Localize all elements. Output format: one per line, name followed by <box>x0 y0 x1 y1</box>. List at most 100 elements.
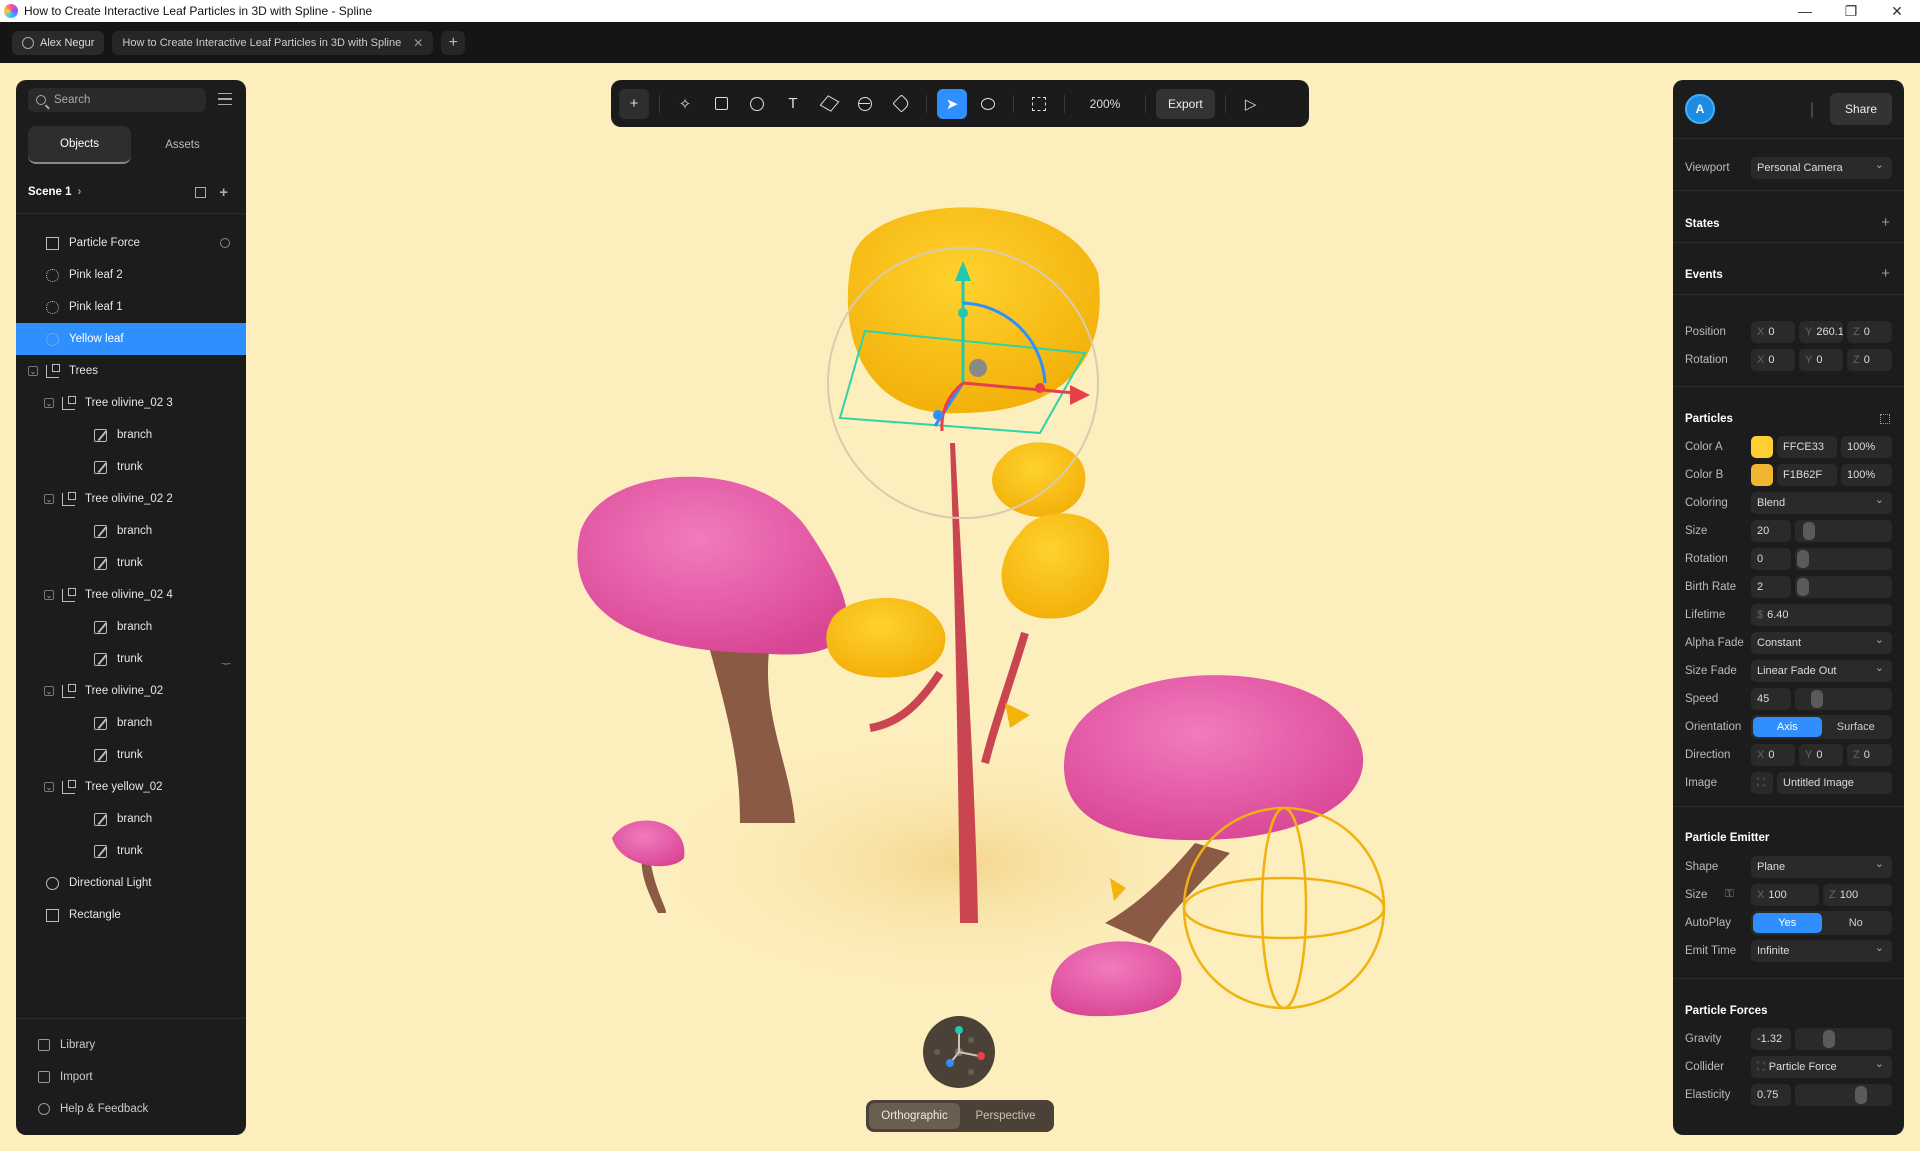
add-scene-icon[interactable]: + <box>219 184 228 201</box>
tree-item[interactable]: branch <box>16 419 246 451</box>
orthographic-option[interactable]: Orthographic <box>869 1103 960 1129</box>
color-a-swatch[interactable] <box>1751 436 1773 458</box>
size-field[interactable]: 20 <box>1751 520 1791 542</box>
export-button[interactable]: Export <box>1156 88 1215 119</box>
tree-item[interactable]: trunk <box>16 547 246 579</box>
expand-chevron-icon[interactable]: ⌄ <box>44 494 54 504</box>
rotation-y-field[interactable]: Y0 <box>1799 349 1843 371</box>
size-slider[interactable] <box>1795 520 1892 542</box>
help-feedback-link[interactable]: Help & Feedback <box>16 1093 246 1125</box>
add-event-icon[interactable]: + <box>1881 265 1890 282</box>
tree-item[interactable]: ⌄ Tree olivine_02 4 <box>16 579 246 611</box>
expand-chevron-icon[interactable]: ⌄ <box>28 366 38 376</box>
slider-knob[interactable] <box>1797 550 1809 568</box>
coloring-select[interactable]: Blend <box>1751 492 1892 514</box>
gravity-slider[interactable] <box>1795 1028 1892 1050</box>
particle-rotation-field[interactable]: 0 <box>1751 548 1791 570</box>
autoplay-yes-option[interactable]: Yes <box>1753 913 1822 933</box>
expand-chevron-icon[interactable]: ⌄ <box>44 782 54 792</box>
tree-item[interactable]: trunk <box>16 835 246 867</box>
size-fade-select[interactable]: Linear Fade Out <box>1751 660 1892 682</box>
tree-canopy-pink-left[interactable] <box>577 476 848 655</box>
expand-chevron-icon[interactable]: ⌄ <box>44 590 54 600</box>
alpha-fade-select[interactable]: Constant <box>1751 632 1892 654</box>
particles-options-icon[interactable] <box>1880 414 1890 424</box>
library-link[interactable]: Library <box>16 1029 246 1061</box>
rotation-x-field[interactable]: X0 <box>1751 349 1795 371</box>
direction-y-field[interactable]: Y0 <box>1799 744 1843 766</box>
grid-view-icon[interactable] <box>195 186 206 198</box>
scene-selector[interactable]: Scene 1 › + <box>28 182 234 202</box>
speed-field[interactable]: 45 <box>1751 688 1791 710</box>
position-x-field[interactable]: X0 <box>1751 321 1795 343</box>
share-button[interactable]: Share <box>1830 93 1892 125</box>
expand-chevron-icon[interactable]: ⌄ <box>44 398 54 408</box>
rectangle-tool-button[interactable] <box>706 89 736 119</box>
image-select[interactable]: Untitled Image <box>1777 772 1892 794</box>
tree-item[interactable]: ⌄ Tree olivine_02 <box>16 675 246 707</box>
z-scale-dot[interactable] <box>933 410 943 420</box>
lifetime-field[interactable]: $6.40 <box>1751 604 1892 626</box>
frame-view-button[interactable] <box>1024 89 1054 119</box>
gravity-field[interactable]: -1.32 <box>1751 1028 1791 1050</box>
close-icon[interactable]: ✕ <box>1874 3 1920 20</box>
select-tool-button[interactable]: ➤ <box>937 88 967 119</box>
pen-tool-button[interactable] <box>886 89 916 119</box>
direction-x-field[interactable]: X0 <box>1751 744 1795 766</box>
tree-item[interactable]: branch <box>16 515 246 547</box>
x-scale-dot[interactable] <box>1035 383 1045 393</box>
text-tool-button[interactable]: T <box>778 89 808 119</box>
ai-sparkle-button[interactable]: ✧ <box>670 89 700 119</box>
slider-knob[interactable] <box>1811 690 1823 708</box>
cube-tool-button[interactable] <box>814 89 844 119</box>
tree-item[interactable]: ⌄ Tree yellow_02 <box>16 771 246 803</box>
speed-slider[interactable] <box>1795 688 1892 710</box>
tree-item[interactable]: ⌄ Tree olivine_02 3 <box>16 387 246 419</box>
hamburger-menu-icon[interactable] <box>218 93 232 105</box>
slider-knob[interactable] <box>1855 1086 1867 1104</box>
center-canopy-left[interactable] <box>826 598 946 678</box>
tree-item[interactable]: Pink leaf 1 <box>16 291 246 323</box>
tree-item[interactable]: ⌄ Tree olivine_02 2 <box>16 483 246 515</box>
scene-canvas[interactable] <box>0 63 1920 1151</box>
3d-viewport[interactable] <box>0 63 1920 1151</box>
position-y-field[interactable]: Y 260.1 <box>1799 321 1843 343</box>
new-tab-button[interactable]: + <box>441 30 466 55</box>
add-state-icon[interactable]: + <box>1881 214 1890 231</box>
tab-objects[interactable]: Objects <box>28 126 131 164</box>
slider-knob[interactable] <box>1797 578 1809 596</box>
color-a-hex-field[interactable]: FFCE33 <box>1777 436 1837 458</box>
zoom-level[interactable]: 200% <box>1075 97 1135 111</box>
expand-chevron-icon[interactable]: ⌄ <box>44 686 54 696</box>
image-thumbnail[interactable]: ⛶ <box>1751 772 1773 794</box>
tree-item[interactable]: Yellow leaf <box>16 323 246 355</box>
rotation-z-field[interactable]: Z0 <box>1847 349 1892 371</box>
ellipse-tool-button[interactable] <box>742 89 772 119</box>
tree-item[interactable]: Particle Force <box>16 227 246 259</box>
color-b-hex-field[interactable]: F1B62F <box>1777 464 1837 486</box>
color-a-alpha-field[interactable]: 100% <box>1841 436 1892 458</box>
tree-item[interactable]: branch <box>16 803 246 835</box>
tree-item[interactable]: Rectangle <box>16 899 246 931</box>
emit-time-select[interactable]: Infinite <box>1751 940 1892 962</box>
direction-z-field[interactable]: Z0 <box>1847 744 1892 766</box>
play-button[interactable]: ▷ <box>1236 89 1266 119</box>
import-link[interactable]: Import <box>16 1061 246 1093</box>
center-branch-left[interactable] <box>869 670 944 732</box>
center-canopy-top[interactable] <box>847 207 1100 414</box>
comment-tool-button[interactable] <box>973 89 1003 119</box>
birth-rate-field[interactable]: 2 <box>1751 576 1791 598</box>
view-orientation-gizmo[interactable] <box>923 1016 995 1088</box>
tab-assets[interactable]: Assets <box>131 126 234 164</box>
center-canopy-mid[interactable] <box>1001 513 1110 619</box>
close-tab-icon[interactable]: ✕ <box>413 36 423 50</box>
collider-select[interactable]: ⛶ Particle Force <box>1751 1056 1892 1078</box>
shape-select[interactable]: Plane <box>1751 856 1892 878</box>
tree-item[interactable]: Pink leaf 2 <box>16 259 246 291</box>
tree-item[interactable]: trunk <box>16 739 246 771</box>
viewport-select[interactable]: Personal Camera <box>1751 157 1892 179</box>
birth-rate-slider[interactable] <box>1795 576 1892 598</box>
avatar[interactable]: A <box>1685 94 1715 124</box>
autoplay-no-option[interactable]: No <box>1822 913 1891 933</box>
rotation-slider[interactable] <box>1795 548 1892 570</box>
